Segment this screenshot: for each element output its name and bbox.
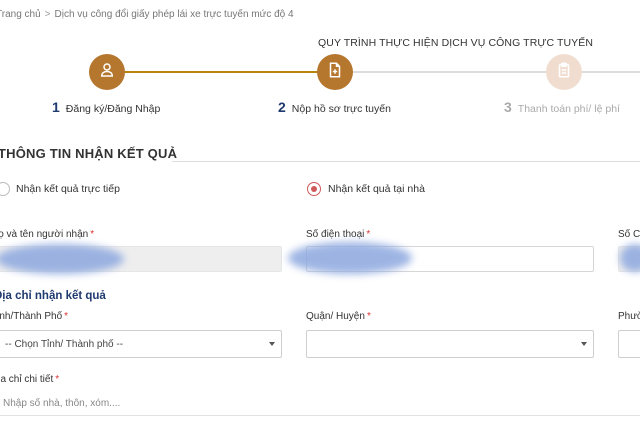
ward-label: Phườ	[618, 311, 640, 322]
step-connector-1-2	[124, 71, 322, 73]
province-label: Tỉnh/Thành Phố*	[0, 311, 69, 322]
detail-address-label: Địa chỉ chi tiết*	[0, 374, 60, 385]
process-title: QUY TRÌNH THỰC HIỆN DỊCH VỤ CÔNG TRỰC TU…	[318, 37, 594, 49]
address-section-title: Địa chỉ nhận kết quả	[0, 290, 106, 302]
step-connector-2-3	[352, 71, 546, 73]
step-3-label: 3 Thanh toán phí/ lệ phí	[504, 99, 620, 115]
redacted-name-blur	[0, 244, 124, 274]
province-select[interactable]: -- Chọn Tỉnh/ Thành phố --	[0, 330, 282, 358]
radio-home-delivery[interactable]	[307, 182, 321, 196]
breadcrumb-current: Dịch vụ công đổi giấy phép lái xe trực t…	[54, 9, 294, 20]
document-add-icon	[326, 61, 344, 84]
third-field-label: Số C	[618, 229, 640, 240]
radio-direct-pickup[interactable]	[0, 182, 10, 196]
breadcrumb-separator: >	[44, 9, 51, 20]
clipboard-icon	[555, 61, 573, 84]
chevron-down-icon	[269, 342, 275, 346]
radio-home-delivery-label[interactable]: Nhận kết quả tại nhà	[328, 183, 425, 195]
user-icon	[98, 61, 116, 84]
step-3-circle	[546, 54, 582, 90]
chevron-down-icon	[581, 342, 587, 346]
radio-direct-pickup-label[interactable]: Nhận kết quả trực tiếp	[16, 183, 120, 195]
step-1-label: 1 Đăng ký/Đăng Nhập	[52, 99, 161, 115]
detail-address-underline	[0, 415, 640, 416]
ward-select[interactable]	[618, 330, 640, 358]
step-2-circle	[317, 54, 353, 90]
step-connector-3-4	[582, 71, 640, 73]
redacted-phone-blur	[288, 242, 412, 274]
province-select-value: -- Chọn Tỉnh/ Thành phố --	[5, 338, 124, 350]
step-2-label: 2 Nộp hồ sơ trực tuyến	[278, 99, 391, 115]
detail-address-input[interactable]: Nhập số nhà, thôn, xóm....	[3, 398, 120, 409]
step-1-circle	[89, 54, 125, 90]
district-select[interactable]	[306, 330, 594, 358]
breadcrumb: Trang chủ > Dịch vụ công đổi giấy phép lái…	[0, 9, 294, 20]
breadcrumb-home[interactable]: Trang chủ	[0, 9, 41, 20]
phone-label: Số điện thoại *	[306, 229, 371, 240]
district-label: Quận/ Huyện *	[306, 311, 371, 322]
section-title: THÔNG TIN NHẬN KẾT QUẢ	[0, 146, 178, 161]
recipient-name-label: Họ và tên người nhận *	[0, 229, 95, 240]
section-divider	[172, 161, 640, 162]
